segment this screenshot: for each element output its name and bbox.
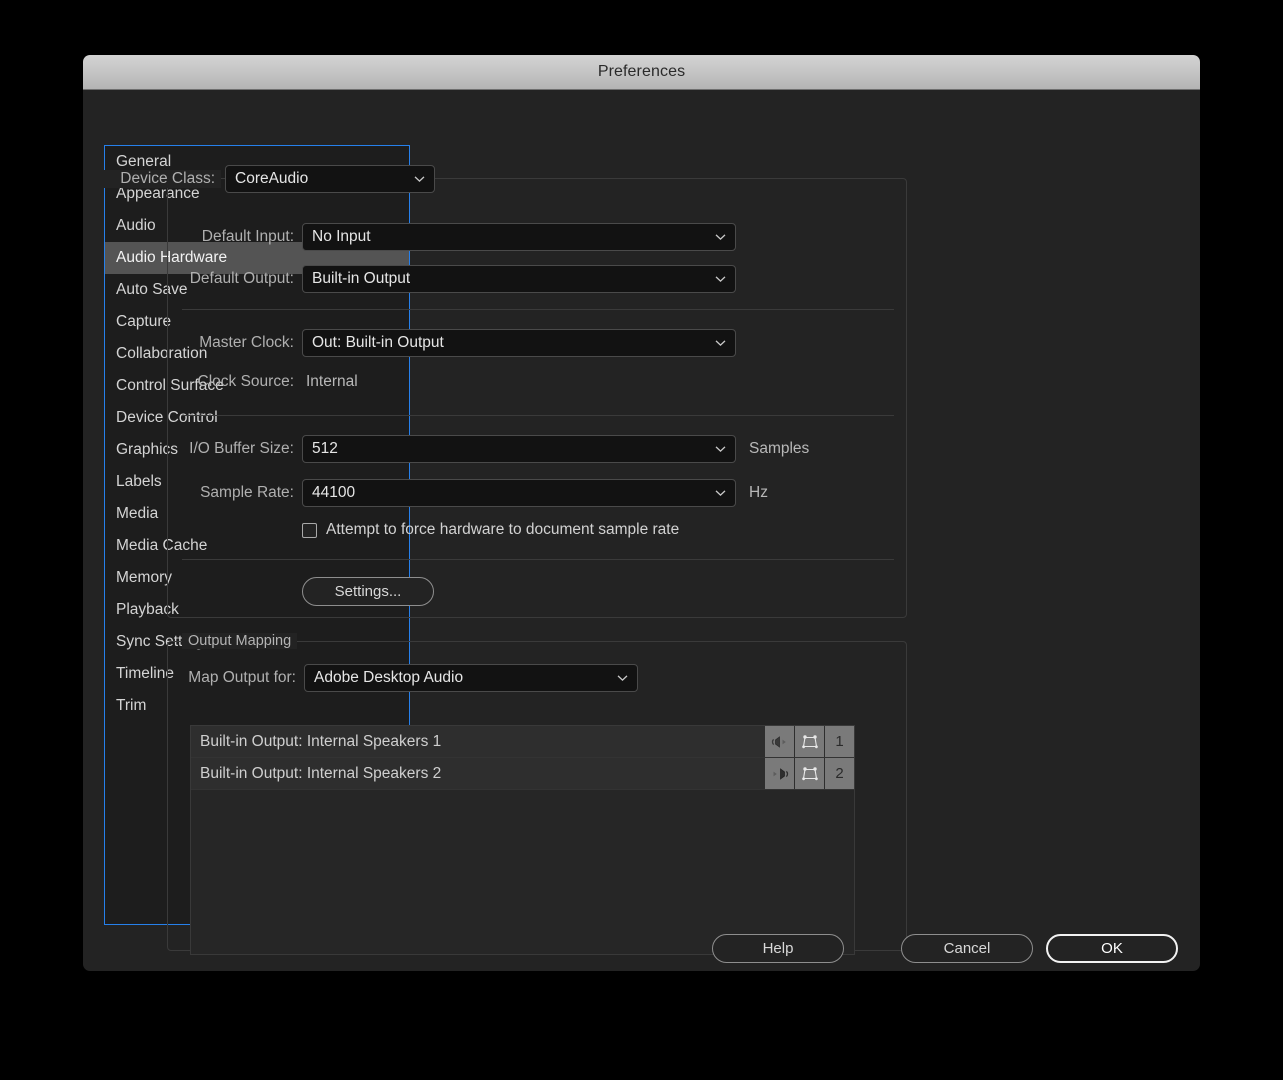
clock-source-row: Clock Source: Internal — [182, 373, 358, 391]
default-input-value: No Input — [312, 228, 371, 245]
force-hardware-checkbox[interactable] — [302, 522, 317, 538]
output-mapping-group: Output Mapping Map Output for: Adobe Des… — [167, 633, 907, 955]
audio-device-group: Device Class: CoreAudio Default Input: N… — [97, 165, 907, 618]
channel-controls: 1 — [764, 726, 854, 757]
sample-rate-row: Sample Rate: 44100 Hz — [168, 479, 768, 507]
output-channel-name: Built-in Output: Internal Speakers 2 — [200, 764, 442, 782]
channel-number[interactable]: 1 — [824, 726, 854, 757]
divider-3 — [182, 559, 894, 560]
dialog-footer: Help Cancel OK — [83, 926, 1200, 971]
master-clock-row: Master Clock: Out: Built-in Output — [182, 329, 736, 357]
ok-button[interactable]: OK — [1046, 934, 1178, 963]
sample-rate-label: Sample Rate: — [200, 484, 294, 501]
speaker-left-icon[interactable] — [764, 726, 794, 757]
default-input-label: Default Input: — [201, 228, 294, 245]
output-channel-name: Built-in Output: Internal Speakers 1 — [200, 732, 442, 750]
chevron-down-icon — [715, 490, 726, 497]
chevron-down-icon — [715, 234, 726, 241]
master-clock-select[interactable]: Out: Built-in Output — [302, 329, 736, 357]
pan-field-icon[interactable] — [794, 726, 824, 757]
divider-1 — [182, 309, 894, 310]
device-class-row: Device Class: CoreAudio — [97, 165, 435, 193]
device-class-value: CoreAudio — [235, 170, 309, 187]
map-output-for-row: Map Output for: Adobe Desktop Audio — [168, 664, 638, 692]
clock-source-value: Internal — [306, 373, 358, 390]
io-buffer-size-select[interactable]: 512 — [302, 435, 736, 463]
default-output-select[interactable]: Built-in Output — [302, 265, 736, 293]
force-hardware-checkbox-row[interactable]: Attempt to force hardware to document sa… — [302, 521, 679, 539]
dialog-body: General Appearance Audio Audio Hardware … — [83, 90, 1200, 971]
speaker-right-icon[interactable] — [764, 758, 794, 789]
pan-field-icon[interactable] — [794, 758, 824, 789]
force-hardware-checkbox-label: Attempt to force hardware to document sa… — [326, 521, 680, 538]
io-buffer-size-label: I/O Buffer Size: — [189, 440, 294, 457]
sample-rate-value: 44100 — [312, 484, 356, 501]
default-input-select[interactable]: No Input — [302, 223, 736, 251]
device-class-select[interactable]: CoreAudio — [225, 165, 435, 193]
map-output-for-label: Map Output for: — [188, 669, 296, 686]
master-clock-value: Out: Built-in Output — [312, 334, 444, 351]
map-output-for-value: Adobe Desktop Audio — [314, 669, 464, 686]
preferences-dialog: Preferences General Appearance Audio Aud… — [83, 55, 1200, 971]
help-button[interactable]: Help — [712, 934, 844, 963]
output-mapping-group-label: Output Mapping — [182, 633, 298, 649]
dialog-title: Preferences — [597, 63, 686, 80]
default-output-value: Built-in Output — [312, 270, 411, 287]
master-clock-label: Master Clock: — [199, 334, 294, 351]
divider-2 — [182, 415, 894, 416]
default-output-label: Default Output: — [189, 270, 294, 287]
chevron-down-icon — [715, 276, 726, 283]
chevron-down-icon — [715, 340, 726, 347]
dialog-titlebar: Preferences — [83, 55, 1200, 90]
clock-source-label: Clock Source: — [197, 373, 294, 390]
channel-controls: 2 — [764, 758, 854, 789]
map-output-for-select[interactable]: Adobe Desktop Audio — [304, 664, 638, 692]
chevron-down-icon — [617, 675, 628, 682]
default-input-row: Default Input: No Input — [182, 223, 736, 251]
io-buffer-size-value: 512 — [312, 440, 338, 457]
table-row[interactable]: Built-in Output: Internal Speakers 2 2 — [191, 758, 854, 790]
channel-number[interactable]: 2 — [824, 758, 854, 789]
io-buffer-size-row: I/O Buffer Size: 512 Samples — [168, 435, 809, 463]
io-buffer-size-units: Samples — [749, 440, 810, 457]
chevron-down-icon — [715, 446, 726, 453]
device-class-label: Device Class: — [97, 170, 221, 188]
sample-rate-units: Hz — [749, 484, 768, 501]
chevron-down-icon — [414, 176, 425, 183]
output-mapping-list[interactable]: Built-in Output: Internal Speakers 1 1 B… — [190, 725, 855, 955]
cancel-button[interactable]: Cancel — [901, 934, 1033, 963]
sample-rate-select[interactable]: 44100 — [302, 479, 736, 507]
default-output-row: Default Output: Built-in Output — [182, 265, 736, 293]
table-row[interactable]: Built-in Output: Internal Speakers 1 1 — [191, 726, 854, 758]
settings-button[interactable]: Settings... — [302, 577, 434, 606]
